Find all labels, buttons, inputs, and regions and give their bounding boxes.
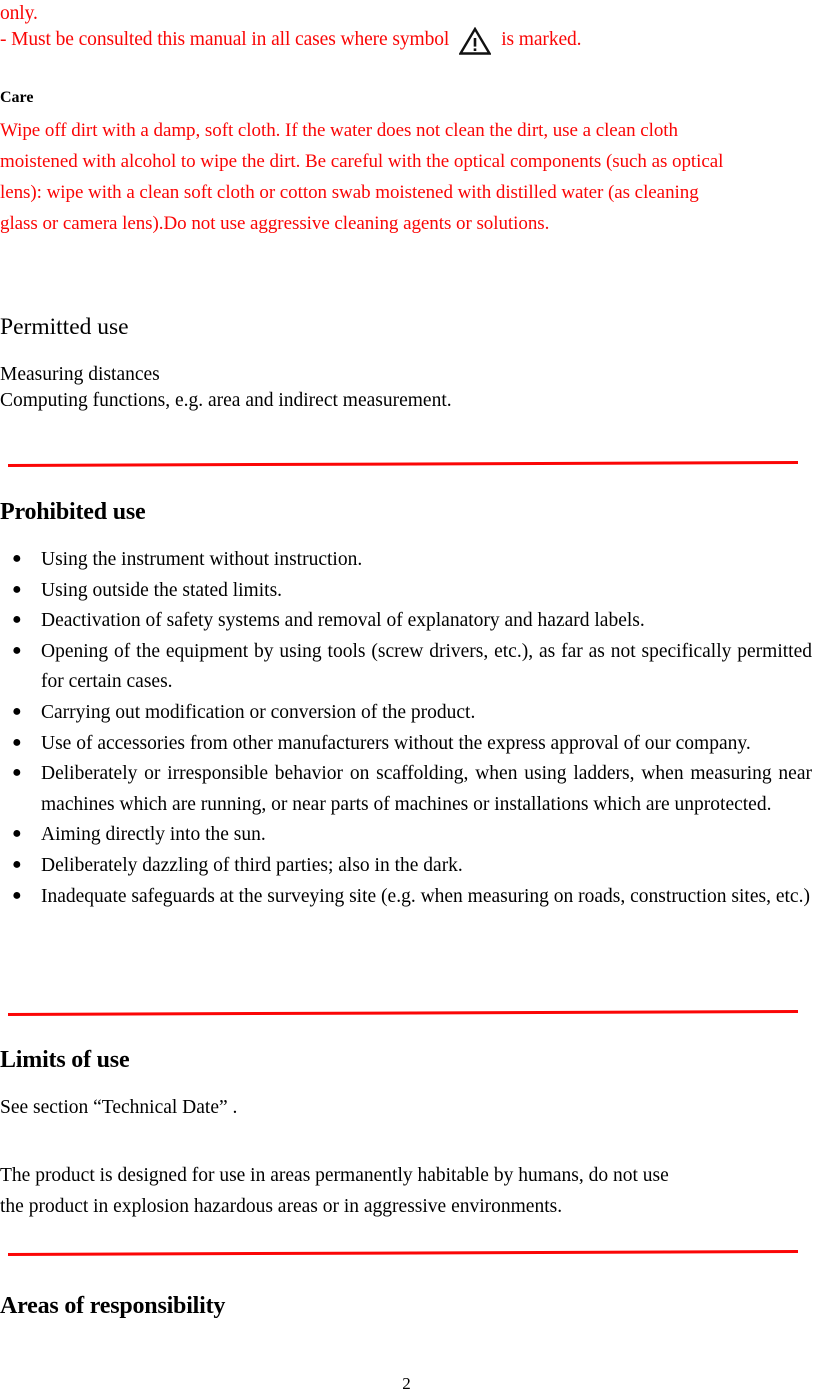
permitted-use-line: Computing functions, e.g. area and indir… xyxy=(0,390,452,411)
list-item: Carrying out modification or conversion … xyxy=(0,697,813,729)
list-item: Aiming directly into the sun. xyxy=(0,819,813,851)
limits-of-use-heading: Limits of use xyxy=(0,1047,130,1073)
care-body: Wipe off dirt with a damp, soft cloth. I… xyxy=(0,115,800,239)
care-line: glass or camera lens).Do not use aggress… xyxy=(0,213,550,234)
care-line: Wipe off dirt with a damp, soft cloth. I… xyxy=(0,120,678,141)
section-divider-rule xyxy=(7,1249,798,1256)
section-divider-rule xyxy=(7,460,798,467)
care-heading: Care xyxy=(0,89,34,106)
page-number: 2 xyxy=(402,1374,411,1393)
prohibited-use-heading: Prohibited use xyxy=(0,499,146,525)
warning-consult-prefix: - Must be consulted this manual in all c… xyxy=(0,29,450,50)
list-item: Using outside the stated limits. xyxy=(0,575,813,607)
list-item: Use of accessories from other manufactur… xyxy=(0,728,813,760)
list-item: Opening of the equipment by using tools … xyxy=(0,636,813,698)
limits-of-use-reference: See section “Technical Date” . xyxy=(0,1097,238,1118)
warning-consult-line: - Must be consulted this manual in all c… xyxy=(0,25,813,55)
warning-consult-suffix: is marked. xyxy=(501,29,582,50)
permitted-use-body: Measuring distances Computing functions,… xyxy=(0,362,800,414)
warning-triangle-icon xyxy=(449,27,501,55)
list-item: Deliberately dazzling of third parties; … xyxy=(0,850,813,882)
list-item-line: construction sites, etc.) xyxy=(630,885,810,907)
list-item: Inadequate safeguards at the surveying s… xyxy=(0,881,813,913)
list-item: Deliberately or irresponsible behavior o… xyxy=(0,758,813,820)
permitted-use-line: Measuring distances xyxy=(0,364,160,385)
document-page: only. - Must be consulted this manual in… xyxy=(0,0,813,1398)
areas-of-responsibility-heading: Areas of responsibility xyxy=(0,1293,226,1319)
list-item-line: Inadequate safeguards at the surveying s… xyxy=(41,885,626,907)
care-line: lens): wipe with a clean soft cloth or c… xyxy=(0,182,699,203)
limits-of-use-body: The product is designed for use in areas… xyxy=(0,1160,813,1222)
prohibited-use-list: Using the instrument without instruction… xyxy=(0,544,813,913)
limits-of-use-line: the product in explosion hazardous areas… xyxy=(0,1196,563,1217)
list-item: Using the instrument without instruction… xyxy=(0,544,813,576)
limits-of-use-line: The product is designed for use in areas… xyxy=(0,1165,669,1186)
permitted-use-heading: Permitted use xyxy=(0,314,129,340)
section-divider-rule xyxy=(7,1009,798,1016)
list-item: Deactivation of safety systems and remov… xyxy=(0,605,813,637)
care-line: moistened with alcohol to wipe the dirt.… xyxy=(0,151,724,172)
